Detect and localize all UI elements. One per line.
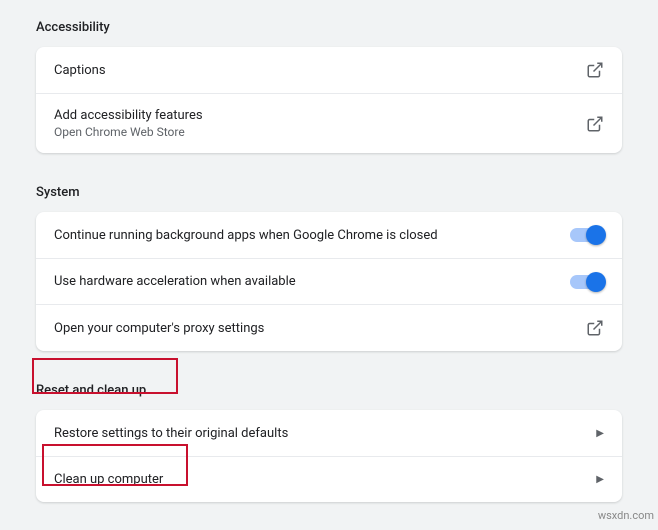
launch-icon [586, 115, 604, 133]
hw-accel-toggle[interactable] [570, 275, 604, 289]
restore-defaults-label: Restore settings to their original defau… [54, 426, 288, 441]
section-title-system: System [36, 177, 622, 208]
background-apps-label: Continue running background apps when Go… [54, 228, 438, 243]
clean-up-label: Clean up computer [54, 472, 163, 487]
proxy-label: Open your computer's proxy settings [54, 321, 264, 336]
section-title-accessibility: Accessibility [36, 12, 622, 43]
system-card: Continue running background apps when Go… [36, 212, 622, 351]
launch-icon [586, 61, 604, 79]
clean-up-row[interactable]: Clean up computer ▶ [36, 456, 622, 502]
add-accessibility-row[interactable]: Add accessibility features Open Chrome W… [36, 93, 622, 153]
hw-accel-row[interactable]: Use hardware acceleration when available [36, 258, 622, 304]
captions-row[interactable]: Captions [36, 47, 622, 93]
hw-accel-label: Use hardware acceleration when available [54, 274, 296, 289]
reset-card: Restore settings to their original defau… [36, 410, 622, 502]
section-title-reset: Reset and clean up [36, 375, 622, 406]
watermark: wsxdn.com [598, 509, 654, 522]
add-accessibility-sub: Open Chrome Web Store [54, 125, 203, 139]
background-apps-toggle[interactable] [570, 228, 604, 242]
add-accessibility-label: Add accessibility features [54, 108, 203, 123]
background-apps-row[interactable]: Continue running background apps when Go… [36, 212, 622, 258]
proxy-row[interactable]: Open your computer's proxy settings [36, 304, 622, 351]
launch-icon [586, 319, 604, 337]
chevron-right-icon: ▶ [596, 428, 604, 439]
accessibility-card: Captions Add accessibility features Open… [36, 47, 622, 153]
restore-defaults-row[interactable]: Restore settings to their original defau… [36, 410, 622, 456]
chevron-right-icon: ▶ [596, 474, 604, 485]
captions-label: Captions [54, 63, 106, 78]
